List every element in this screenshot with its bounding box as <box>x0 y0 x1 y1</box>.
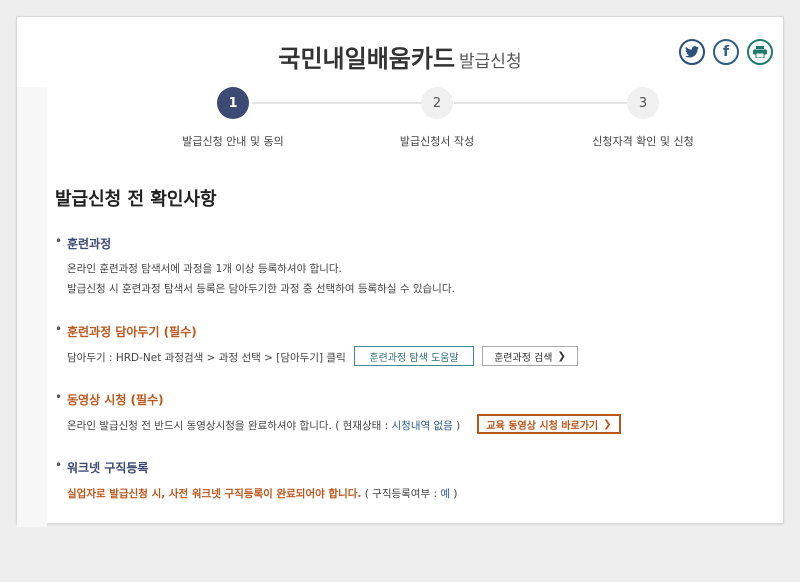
chevron-right-icon: ❯ <box>603 418 612 430</box>
worknet-line: 실업자로 발급신청 시, 사전 워크넷 구직등록이 완료되어야 합니다. ( 구… <box>55 486 755 501</box>
step-3: 3 신청자격 확인 및 신청 <box>563 87 723 149</box>
video-watch-button[interactable]: 교육 동영상 시청 바로가기 ❯ <box>477 414 621 434</box>
step-number: 3 <box>627 87 659 119</box>
step-2: 2 발급신청서 작성 <box>357 87 517 149</box>
facebook-icon[interactable]: f <box>713 39 739 65</box>
basket-heading: 훈련과정 담아두기 (필수) <box>55 322 755 340</box>
training-line-2: 발급신청 시 훈련과정 탐색서 등록은 담아두기한 과정 중 선택하여 등록하실… <box>67 283 455 295</box>
step-number: 1 <box>217 87 249 119</box>
page-title: 국민내일배움카드 발급신청 <box>17 39 783 74</box>
video-line-suffix: ) <box>452 420 461 432</box>
worknet-status: 예 <box>440 488 451 500</box>
left-strip <box>17 87 47 527</box>
worknet-heading: 워크넷 구직등록 <box>55 458 755 476</box>
worknet-status-prefix: ( 구직등록여부 : <box>361 488 441 500</box>
training-help-label: 훈련과정 탐색 도움말 <box>369 352 459 364</box>
training-block: 훈련과정 온라인 훈련과정 탐색서에 과정을 1개 이상 등록하셔야 합니다. … <box>55 234 755 296</box>
step-1: 1 발급신청 안내 및 동의 <box>153 87 313 149</box>
section-title: 발급신청 전 확인사항 <box>55 189 217 210</box>
video-line-prefix: 온라인 발급신청 전 반드시 동영상시청을 완료하셔야 합니다. ( 현재상태 … <box>67 420 392 432</box>
training-help-button[interactable]: 훈련과정 탐색 도움말 <box>354 346 474 366</box>
chevron-right-icon: ❯ <box>557 350 566 362</box>
worknet-status-suffix: ) <box>450 488 458 500</box>
step-label: 발급신청서 작성 <box>399 135 475 148</box>
main-panel: 국민내일배움카드 발급신청 f 1 발급신청 안내 및 동의 2 발급신청서 작성… <box>16 16 785 527</box>
page-title-main: 국민내일배움카드 <box>278 45 456 73</box>
video-heading: 동영상 시청 (필수) <box>55 390 755 408</box>
step-number: 2 <box>421 87 453 119</box>
step-label: 신청자격 확인 및 신청 <box>592 135 694 148</box>
training-line-1: 온라인 훈련과정 탐색서에 과정을 1개 이상 등록하셔야 합니다. <box>67 263 342 275</box>
progress-steps: 1 발급신청 안내 및 동의 2 발급신청서 작성 3 신청자격 확인 및 신청 <box>47 87 785 157</box>
page-title-sub: 발급신청 <box>459 52 522 72</box>
training-search-label: 훈련과정 검색 <box>494 352 553 364</box>
twitter-icon[interactable] <box>679 39 705 65</box>
video-watch-label: 교육 동영상 시청 바로가기 <box>486 420 599 432</box>
video-line: 온라인 발급신청 전 반드시 동영상시청을 완료하셔야 합니다. ( 현재상태 … <box>55 418 755 433</box>
social-share-bar: f <box>679 39 773 65</box>
print-icon[interactable] <box>747 39 773 65</box>
training-search-button[interactable]: 훈련과정 검색 ❯ <box>482 346 578 366</box>
step-label: 발급신청 안내 및 동의 <box>182 135 284 148</box>
worknet-block: 워크넷 구직등록 실업자로 발급신청 시, 사전 워크넷 구직등록이 완료되어야… <box>55 458 755 501</box>
training-heading: 훈련과정 <box>55 234 755 252</box>
video-block: 동영상 시청 (필수) 온라인 발급신청 전 반드시 동영상시청을 완료하셔야 … <box>55 390 755 433</box>
worknet-warning: 실업자로 발급신청 시, 사전 워크넷 구직등록이 완료되어야 합니다. <box>67 488 362 500</box>
video-status: 시청내역 없음 <box>391 420 453 432</box>
